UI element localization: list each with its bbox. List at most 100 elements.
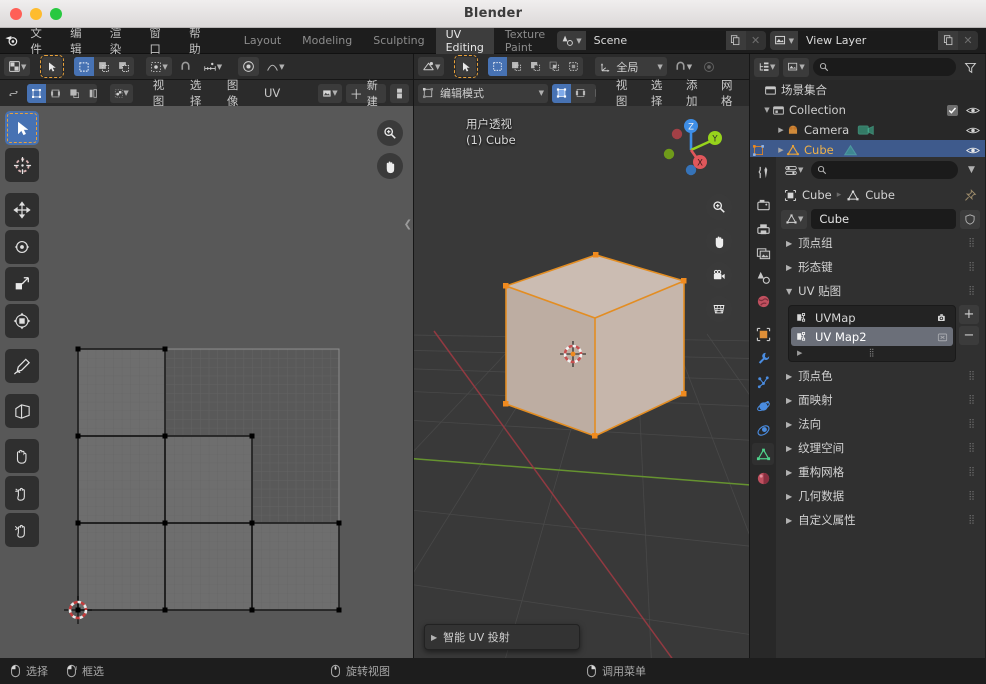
eye-icon[interactable] <box>966 105 980 116</box>
select-subtract-icon[interactable] <box>114 57 134 76</box>
uv-tool-move[interactable] <box>5 193 39 227</box>
new-image-button[interactable]: ＋ 新建 <box>346 84 386 103</box>
blender-logo-icon[interactable] <box>4 32 19 50</box>
uv-face-select-icon[interactable] <box>65 84 84 103</box>
mesh-data-icon[interactable] <box>842 143 859 158</box>
scene-name[interactable]: Scene <box>586 31 726 50</box>
zoom-icon[interactable] <box>706 194 732 220</box>
properties-tab-constraints[interactable] <box>752 419 774 441</box>
select-extend-icon[interactable] <box>94 57 114 76</box>
uv-snap-target-button[interactable]: ▼ <box>199 57 226 76</box>
tab-layout[interactable]: Layout <box>234 30 291 51</box>
eye-icon[interactable] <box>966 125 980 136</box>
panel-geometry-data[interactable]: ▶ 几何数据 ⣿ <box>776 484 985 508</box>
uv-map-row-uvmap2[interactable]: UV Map2 <box>791 327 953 346</box>
properties-tab-modifier[interactable] <box>752 347 774 369</box>
uv-snap-magnet-icon[interactable] <box>175 57 196 76</box>
add-uv-map-button[interactable]: + <box>959 305 979 324</box>
uv-tool-rip-region[interactable] <box>5 394 39 428</box>
filter-funnel-icon[interactable] <box>960 58 981 77</box>
uv-editor-type-icon[interactable]: ▼ <box>4 57 30 76</box>
panel-face-maps[interactable]: ▶ 面映射 ⣿ <box>776 388 985 412</box>
viewlayer-icon[interactable]: ▼ <box>770 31 798 50</box>
mesh-face-select-icon[interactable] <box>590 84 596 103</box>
uv-sync-selection-icon[interactable] <box>4 84 23 103</box>
panel-uv-maps[interactable]: ▼ UV 贴图 ⣿ <box>776 279 985 303</box>
properties-options-icon[interactable]: ▼ <box>962 161 981 180</box>
view-layer-selector[interactable]: ▼ View Layer ✕ <box>770 31 978 50</box>
panel-remesh[interactable]: ▶ 重构网格 ⣿ <box>776 460 985 484</box>
select-set-icon[interactable] <box>488 57 507 76</box>
uv-tool-relax[interactable] <box>5 476 39 510</box>
uv-proportional-edit-icon[interactable] <box>238 57 259 76</box>
properties-tab-particles[interactable] <box>752 371 774 393</box>
properties-tab-world[interactable] <box>752 290 774 312</box>
viewport-axis-gizmo[interactable]: Z Y X <box>655 112 727 184</box>
uv-map-render-inactive-icon[interactable] <box>936 331 949 343</box>
fake-user-shield-icon[interactable] <box>960 210 980 229</box>
scene-icon[interactable]: ▼ <box>557 31 585 50</box>
viewport-proportional-edit-icon[interactable] <box>699 57 719 76</box>
scene-selector[interactable]: ▼ Scene ✕ <box>557 31 765 50</box>
viewport-snap-magnet-icon[interactable]: ▼ <box>670 57 696 76</box>
properties-tab-scene[interactable] <box>752 266 774 288</box>
properties-tab-render[interactable] <box>752 194 774 216</box>
select-extend-icon[interactable] <box>507 57 526 76</box>
uv-tool-grab[interactable] <box>5 439 39 473</box>
pan-hand-icon[interactable] <box>706 228 732 254</box>
remove-uv-map-button[interactable]: − <box>959 326 979 345</box>
panel-vertex-groups[interactable]: ▶ 顶点组 ⣿ <box>776 231 985 255</box>
properties-tab-object[interactable] <box>752 323 774 345</box>
triangle-right-icon[interactable]: ▶ <box>776 126 786 134</box>
select-set-icon[interactable] <box>74 57 94 76</box>
uv-sidebar-toggle-icon[interactable]: ❮ <box>404 219 412 230</box>
open-image-icon[interactable] <box>390 84 409 103</box>
mesh-vertex-select-icon[interactable] <box>552 84 571 103</box>
properties-filter-icon[interactable]: ▼ <box>780 161 807 180</box>
properties-tab-physics[interactable] <box>752 395 774 417</box>
properties-tab-material[interactable] <box>752 467 774 489</box>
perspective-toggle-icon[interactable] <box>706 296 732 322</box>
outliner-search-input[interactable] <box>813 58 956 76</box>
uv-vertex-select-icon[interactable] <box>27 84 46 103</box>
uv-map-row-uvmap[interactable]: UVMap <box>791 308 953 327</box>
uv-tool-pinch[interactable] <box>5 513 39 547</box>
operator-redo-panel[interactable]: ▶ 智能 UV 投射 <box>424 624 580 650</box>
camera-data-icon[interactable] <box>857 123 875 138</box>
uv-maps-list-expander[interactable]: ▶ ⣿ <box>791 346 953 359</box>
new-scene-button[interactable] <box>726 31 746 50</box>
panel-vertex-colors[interactable]: ▶ 顶点色 ⣿ <box>776 364 985 388</box>
eye-icon[interactable] <box>966 145 980 156</box>
properties-tab-view-layer[interactable] <box>752 242 774 264</box>
image-browse-icon[interactable]: ▼ <box>318 84 341 103</box>
uv-canvas[interactable]: ❮ <box>0 106 413 658</box>
outliner-row-cube[interactable]: ▶ Cube <box>750 140 985 157</box>
uv-edge-select-icon[interactable] <box>46 84 65 103</box>
viewport-tweak-tool-button[interactable] <box>456 57 476 76</box>
unlink-scene-button[interactable]: ✕ <box>746 31 766 50</box>
uv-tool-scale[interactable] <box>5 267 39 301</box>
uv-pivot-point-button[interactable]: ▼ <box>146 57 171 76</box>
uv-sticky-selection-button[interactable]: ▼ <box>110 84 133 103</box>
viewport-mode-selector[interactable]: 编辑模式 ▼ <box>418 84 548 103</box>
select-intersect-icon[interactable] <box>545 57 564 76</box>
uv-island-select-icon[interactable] <box>84 84 97 103</box>
outliner-display-mode-icon[interactable]: ▼ <box>754 58 779 77</box>
triangle-right-icon[interactable]: ▶ <box>776 146 786 154</box>
mesh-name-input[interactable]: Cube <box>811 209 956 229</box>
tab-modeling[interactable]: Modeling <box>292 30 362 51</box>
panel-custom-properties[interactable]: ▶ 自定义属性 ⣿ <box>776 508 985 532</box>
panel-normals[interactable]: ▶ 法向 ⣿ <box>776 412 985 436</box>
uv-falloff-curve-button[interactable]: ▼ <box>262 57 288 76</box>
transform-orientation-button[interactable]: 全局 ▼ <box>595 57 666 76</box>
properties-search-input[interactable] <box>811 161 958 179</box>
zoom-icon[interactable] <box>377 120 403 146</box>
outliner-filter-type-icon[interactable]: ▼ <box>783 58 808 77</box>
view-layer-name[interactable]: View Layer <box>798 31 938 50</box>
tab-texture-paint[interactable]: Texture Paint <box>495 24 555 58</box>
mesh-data-browse-button[interactable]: ▼ <box>781 210 807 229</box>
uv-tool-transform[interactable] <box>5 304 39 338</box>
panel-shape-keys[interactable]: ▶ 形态键 ⣿ <box>776 255 985 279</box>
uv-map-render-active-icon[interactable] <box>936 312 949 324</box>
outliner-row-camera[interactable]: ▶ Camera <box>750 120 985 140</box>
